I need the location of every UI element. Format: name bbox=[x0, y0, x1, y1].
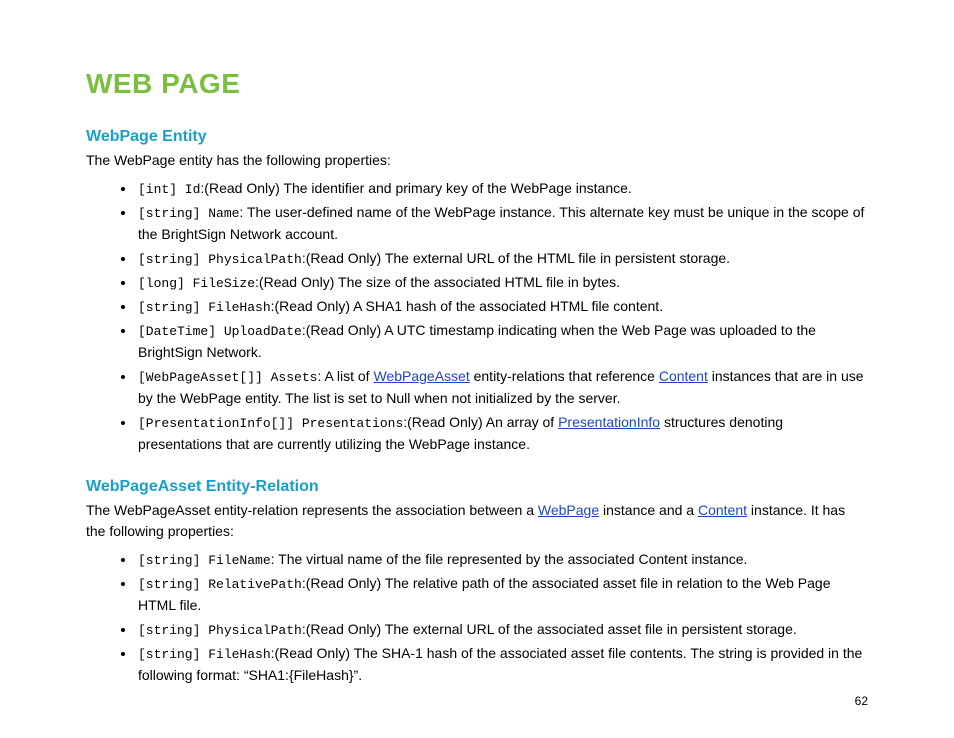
list-item: [WebPageAsset[]] Assets: A list of WebPa… bbox=[136, 366, 868, 410]
list-item: [PresentationInfo[]] Presentations:(Read… bbox=[136, 412, 868, 456]
list-item: [string] FileHash:(Read Only) A SHA1 has… bbox=[136, 296, 868, 318]
property-list: [string] FileName: The virtual name of t… bbox=[86, 549, 868, 687]
prop-desc: :(Read Only) The identifier and primary … bbox=[200, 180, 631, 196]
type-code: [PresentationInfo[]] Presentations bbox=[138, 416, 403, 431]
type-code: [int] Id bbox=[138, 182, 200, 197]
section-intro: The WebPage entity has the following pro… bbox=[86, 150, 868, 172]
prop-desc: :(Read Only) The size of the associated … bbox=[255, 274, 620, 290]
prop-desc-pre: :(Read Only) An array of bbox=[403, 414, 558, 430]
section-intro: The WebPageAsset entity-relation represe… bbox=[86, 500, 868, 543]
prop-desc: :(Read Only) The external URL of the ass… bbox=[302, 621, 797, 637]
section-heading-webpage-entity: WebPage Entity bbox=[86, 128, 868, 146]
type-code: [string] PhysicalPath bbox=[138, 252, 302, 267]
type-code: [string] FileHash bbox=[138, 300, 271, 315]
link-webpage[interactable]: WebPage bbox=[538, 502, 599, 518]
section-heading-webpageasset: WebPageAsset Entity-Relation bbox=[86, 478, 868, 496]
link-webpageasset[interactable]: WebPageAsset bbox=[373, 368, 469, 384]
type-code: [string] FileHash bbox=[138, 647, 271, 662]
prop-desc-pre: : A list of bbox=[317, 368, 373, 384]
prop-desc: : The user-defined name of the WebPage i… bbox=[138, 204, 864, 242]
type-code: [string] RelativePath bbox=[138, 577, 302, 592]
link-presentationinfo[interactable]: PresentationInfo bbox=[558, 414, 660, 430]
prop-desc: :(Read Only) The external URL of the HTM… bbox=[302, 250, 730, 266]
type-code: [string] FileName bbox=[138, 553, 271, 568]
page-number: 62 bbox=[855, 694, 868, 708]
type-code: [WebPageAsset[]] Assets bbox=[138, 370, 317, 385]
link-content[interactable]: Content bbox=[659, 368, 708, 384]
type-code: [long] FileSize bbox=[138, 276, 255, 291]
intro-text: The WebPageAsset entity-relation represe… bbox=[86, 502, 538, 518]
page-title: WEB PAGE bbox=[86, 68, 868, 100]
intro-text: instance and a bbox=[599, 502, 698, 518]
link-content[interactable]: Content bbox=[698, 502, 747, 518]
type-code: [string] Name bbox=[138, 206, 239, 221]
list-item: [string] PhysicalPath:(Read Only) The ex… bbox=[136, 248, 868, 270]
list-item: [int] Id:(Read Only) The identifier and … bbox=[136, 178, 868, 200]
list-item: [string] FileHash:(Read Only) The SHA-1 … bbox=[136, 643, 868, 687]
list-item: [long] FileSize:(Read Only) The size of … bbox=[136, 272, 868, 294]
type-code: [string] PhysicalPath bbox=[138, 623, 302, 638]
prop-desc-mid: entity-relations that reference bbox=[470, 368, 659, 384]
type-code: [DateTime] UploadDate bbox=[138, 324, 302, 339]
list-item: [string] RelativePath:(Read Only) The re… bbox=[136, 573, 868, 617]
list-item: [string] Name: The user-defined name of … bbox=[136, 202, 868, 246]
prop-desc: : The virtual name of the file represent… bbox=[271, 551, 748, 567]
list-item: [DateTime] UploadDate:(Read Only) A UTC … bbox=[136, 320, 868, 364]
list-item: [string] PhysicalPath:(Read Only) The ex… bbox=[136, 619, 868, 641]
list-item: [string] FileName: The virtual name of t… bbox=[136, 549, 868, 571]
prop-desc: :(Read Only) A SHA1 hash of the associat… bbox=[271, 298, 663, 314]
property-list: [int] Id:(Read Only) The identifier and … bbox=[86, 178, 868, 456]
document-page: WEB PAGE WebPage Entity The WebPage enti… bbox=[0, 0, 954, 729]
